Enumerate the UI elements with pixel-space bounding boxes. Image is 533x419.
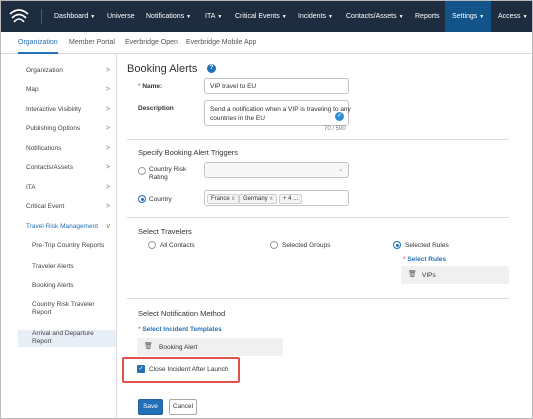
check-icon: ✓ [335, 112, 344, 121]
everbridge-logo-icon[interactable] [7, 4, 31, 28]
country-tag-germany[interactable]: Germany x [239, 194, 277, 204]
nav-dashboard[interactable]: Dashboard ▼ [54, 1, 95, 32]
sidebar-item-travel-risk-management[interactable]: Travel Risk Management v [26, 223, 116, 231]
page-title: Booking Alerts [127, 63, 198, 75]
cancel-button[interactable]: Cancel [169, 399, 197, 415]
nav-universe[interactable]: Universe [107, 1, 135, 32]
rule-name: VIPs [422, 272, 436, 279]
sidebar-item-map[interactable]: Map > [26, 86, 116, 94]
help-icon[interactable]: ? [207, 64, 216, 73]
name-input[interactable]: VIP travel to EU [204, 78, 349, 94]
sidebar-item-notifications[interactable]: Notifications > [26, 145, 116, 153]
chevron-right-icon: > [105, 145, 110, 152]
selected-groups-label: Selected Groups [282, 242, 331, 249]
sidebar-subitem-booking-alerts[interactable]: Booking Alerts [32, 282, 112, 290]
country-tag-france[interactable]: France x [207, 194, 239, 204]
subnav-everbridge-mobile-app[interactable]: Everbridge Mobile App [186, 39, 256, 46]
nav-critical-events[interactable]: Critical Events ▼ [235, 1, 287, 32]
sidebar-subitem-pre-trip-country-reports[interactable]: Pre-Trip Country Reports [32, 242, 112, 250]
all-contacts-radio[interactable] [148, 241, 156, 249]
remove-icon[interactable]: x [270, 196, 273, 202]
nav-access[interactable]: Access ▼ [498, 1, 528, 32]
select-rules-label: * Select Rules [403, 256, 447, 263]
chevron-right-icon: > [105, 125, 110, 132]
name-label: * Name: [138, 83, 163, 90]
name-input-value: VIP travel to EU [210, 83, 257, 90]
chevron-down-icon: ▼ [281, 14, 287, 20]
notification-section-title: Select Notification Method [138, 309, 226, 318]
chevron-down-icon: ⌄ [337, 167, 343, 173]
sidebar-subitem-arrival-departure-report[interactable]: Arrival and Departure Report [32, 330, 112, 346]
nav-settings[interactable]: Settings ▼ [445, 1, 491, 32]
selected-rules-label: Selected Rules [405, 242, 449, 249]
sidebar-item-publishing-options[interactable]: Publishing Options > [26, 125, 116, 133]
chevron-down-icon: ▼ [522, 14, 528, 20]
close-incident-checkbox[interactable]: ✓ [137, 365, 145, 373]
template-name: Booking Alert [159, 344, 198, 351]
chevron-down-icon: ▼ [398, 14, 404, 20]
description-textarea[interactable]: Send a notification when a VIP is travel… [204, 100, 351, 126]
description-counter: 70 / 500 [324, 126, 346, 132]
sidebar-subitem-traveler-alerts[interactable]: Traveler Alerts [32, 263, 112, 271]
divider [127, 139, 509, 140]
select-templates-label: * Select Incident Templates [138, 326, 222, 333]
selected-rules-radio[interactable] [393, 241, 401, 249]
sidebar-item-interactive-visibility[interactable]: Interactive Visibility > [26, 106, 116, 114]
divider [127, 217, 509, 218]
chevron-down-icon: ▼ [328, 14, 333, 20]
nav-notifications[interactable]: Notifications ▼ [146, 1, 191, 32]
sidebar-item-contacts-assets[interactable]: Contacts/Assets > [26, 164, 116, 172]
sidebar-subitem-country-risk-traveler-report[interactable]: Country Risk Traveler Report [32, 301, 112, 317]
selected-template-item[interactable]: 🗑 Booking Alert [137, 338, 283, 356]
chevron-right-icon: > [105, 106, 110, 113]
chevron-down-icon: ▼ [186, 14, 192, 20]
settings-sidebar: Organization > Map > Interactive Visibilit… [18, 54, 117, 418]
sub-navigation: Organization Member Portal Everbridge Op… [1, 32, 532, 54]
sidebar-item-critical-event[interactable]: Critical Event > [26, 203, 116, 211]
chevron-right-icon: > [105, 203, 110, 210]
sidebar-item-ita[interactable]: ITA > [26, 184, 116, 192]
nav-ita[interactable]: ITA ▼ [205, 1, 222, 32]
chevron-down-icon: ▼ [217, 14, 223, 20]
main-content: Booking Alerts ? * Name: VIP travel to E… [118, 54, 532, 418]
country-radio[interactable] [138, 195, 146, 203]
trash-icon[interactable]: 🗑 [144, 342, 153, 350]
selected-groups-radio[interactable] [270, 241, 278, 249]
country-risk-label: Country Risk Rating [149, 166, 187, 181]
chevron-down-icon: ▼ [90, 14, 96, 20]
country-tag-more[interactable]: + 4 ... [279, 194, 303, 204]
all-contacts-label: All Contacts [160, 242, 195, 249]
top-navigation: Dashboard ▼ Universe Notifications ▼ ITA ▼ … [1, 1, 532, 32]
country-label: Country [149, 196, 172, 203]
sidebar-item-organization[interactable]: Organization > [26, 67, 116, 75]
country-risk-select[interactable]: ⌄ [204, 162, 349, 178]
travelers-section-title: Select Travelers [138, 227, 192, 236]
trash-icon[interactable]: 🗑 [408, 270, 417, 278]
country-multiselect[interactable]: France x Germany x + 4 ... [204, 190, 349, 206]
chevron-right-icon: > [105, 67, 110, 74]
nav-incidents[interactable]: Incidents ▼ [298, 1, 333, 32]
subnav-everbridge-open[interactable]: Everbridge Open [125, 39, 178, 46]
chevron-right-icon: > [105, 164, 110, 171]
nav-reports[interactable]: Reports [415, 1, 440, 32]
remove-icon[interactable]: x [232, 196, 235, 202]
chevron-right-icon: > [105, 86, 110, 93]
save-button[interactable]: Save [138, 399, 163, 415]
close-incident-label: Close Incident After Launch [149, 366, 229, 373]
chevron-down-icon: v [106, 223, 111, 230]
divider [127, 298, 509, 299]
triggers-section-title: Specify Booking Alert Triggers [138, 148, 239, 157]
app-frame: Dashboard ▼ Universe Notifications ▼ ITA ▼ … [0, 0, 533, 419]
selected-rule-item[interactable]: 🗑 VIPs [401, 266, 509, 284]
country-risk-radio[interactable] [138, 167, 146, 175]
chevron-down-icon: ▼ [479, 14, 485, 20]
chevron-right-icon: > [105, 184, 110, 191]
subnav-member-portal[interactable]: Member Portal [69, 39, 115, 46]
nav-contacts-assets[interactable]: Contacts/Assets ▼ [346, 1, 404, 32]
description-label: Description [138, 105, 174, 112]
subnav-organization[interactable]: Organization [18, 39, 58, 46]
